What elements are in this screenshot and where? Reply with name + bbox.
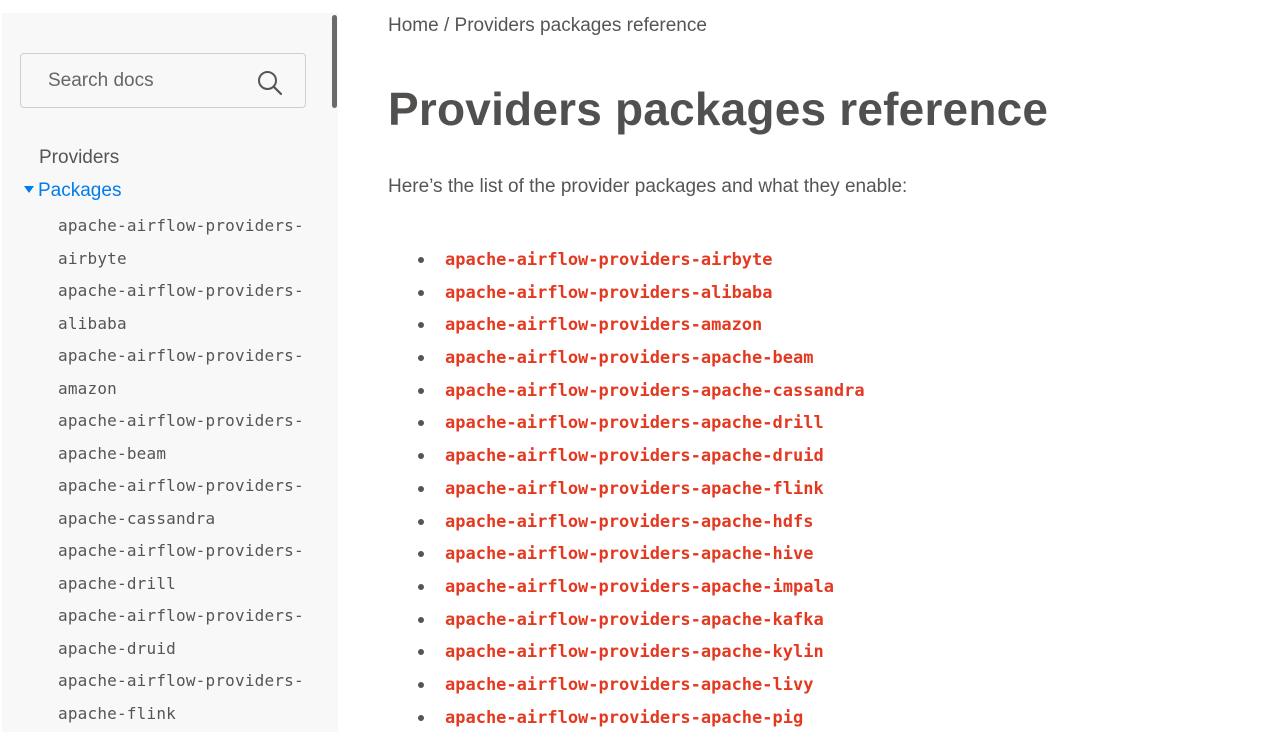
search-input[interactable] xyxy=(48,66,248,96)
package-link[interactable]: apache-airflow-providers-alibaba xyxy=(445,283,773,303)
package-link[interactable]: apache-airflow-providers-amazon xyxy=(445,315,762,335)
sidebar-item-package[interactable]: apache-airflow-providers-apache-drill xyxy=(58,535,328,600)
search-icon[interactable] xyxy=(256,69,284,97)
list-item: apache-airflow-providers-apache-drill xyxy=(388,407,1088,440)
package-link[interactable]: apache-airflow-providers-apache-hive xyxy=(445,544,813,564)
package-link[interactable]: apache-airflow-providers-apache-livy xyxy=(445,675,813,695)
package-link[interactable]: apache-airflow-providers-apache-kafka xyxy=(445,610,824,630)
sidebar-item-package[interactable]: apache-airflow-providers-apache-flink xyxy=(58,665,328,730)
list-item: apache-airflow-providers-apache-livy xyxy=(388,669,1088,702)
package-link[interactable]: apache-airflow-providers-airbyte xyxy=(445,250,773,270)
intro-text: Here’s the list of the provider packages… xyxy=(388,176,908,197)
list-item: apache-airflow-providers-apache-hive xyxy=(388,538,1088,571)
sidebar-item-package[interactable]: apache-airflow-providers-airbyte xyxy=(58,210,328,275)
package-link[interactable]: apache-airflow-providers-apache-cassandr… xyxy=(445,381,865,401)
package-link[interactable]: apache-airflow-providers-apache-drill xyxy=(445,413,824,433)
list-item: apache-airflow-providers-apache-pig xyxy=(388,702,1088,735)
list-item: apache-airflow-providers-apache-cassandr… xyxy=(388,375,1088,408)
package-link[interactable]: apache-airflow-providers-apache-hdfs xyxy=(445,512,813,532)
sidebar-item-packages-label: Packages xyxy=(38,180,122,201)
sidebar-package-list: apache-airflow-providers-airbyte apache-a… xyxy=(58,210,328,730)
list-item: apache-airflow-providers-airbyte xyxy=(388,244,1088,277)
breadcrumb-current: Providers packages reference xyxy=(454,15,707,36)
list-item: apache-airflow-providers-amazon xyxy=(388,309,1088,342)
package-link[interactable]: apache-airflow-providers-apache-druid xyxy=(445,446,824,466)
list-item: apache-airflow-providers-alibaba xyxy=(388,277,1088,310)
package-link[interactable]: apache-airflow-providers-apache-impala xyxy=(445,577,834,597)
sidebar-item-packages[interactable]: Packages xyxy=(24,176,121,206)
list-item: apache-airflow-providers-apache-kylin xyxy=(388,636,1088,669)
sidebar-item-providers[interactable]: Providers xyxy=(39,143,119,173)
package-list: apache-airflow-providers-airbyte apache-a… xyxy=(388,244,1088,734)
list-item: apache-airflow-providers-apache-hdfs xyxy=(388,506,1088,539)
sidebar-item-package[interactable]: apache-airflow-providers-alibaba xyxy=(58,275,328,340)
search-box[interactable] xyxy=(20,53,306,108)
sidebar-item-package[interactable]: apache-airflow-providers-apache-beam xyxy=(58,405,328,470)
sidebar-scrollbar[interactable] xyxy=(332,15,337,108)
sidebar-item-package[interactable]: apache-airflow-providers-apache-druid xyxy=(58,600,328,665)
breadcrumb-home-link[interactable]: Home xyxy=(388,15,439,36)
list-item: apache-airflow-providers-apache-impala xyxy=(388,571,1088,604)
package-link[interactable]: apache-airflow-providers-apache-pig xyxy=(445,708,803,728)
package-link[interactable]: apache-airflow-providers-apache-flink xyxy=(445,479,824,499)
list-item: apache-airflow-providers-apache-flink xyxy=(388,473,1088,506)
package-link[interactable]: apache-airflow-providers-apache-kylin xyxy=(445,642,824,662)
breadcrumb-separator: / xyxy=(438,15,455,36)
package-link[interactable]: apache-airflow-providers-apache-beam xyxy=(445,348,813,368)
page-title: Providers packages reference xyxy=(388,83,1049,135)
sidebar-item-package[interactable]: apache-airflow-providers-amazon xyxy=(58,340,328,405)
list-item: apache-airflow-providers-apache-beam xyxy=(388,342,1088,375)
list-item: apache-airflow-providers-apache-kafka xyxy=(388,604,1088,637)
list-item: apache-airflow-providers-apache-druid xyxy=(388,440,1088,473)
sidebar-item-package[interactable]: apache-airflow-providers-apache-cassandr… xyxy=(58,470,328,535)
sidebar: Providers Packages apache-airflow-provid… xyxy=(2,13,338,732)
breadcrumb: Home / Providers packages reference xyxy=(388,15,707,37)
caret-down-icon[interactable] xyxy=(24,186,34,194)
